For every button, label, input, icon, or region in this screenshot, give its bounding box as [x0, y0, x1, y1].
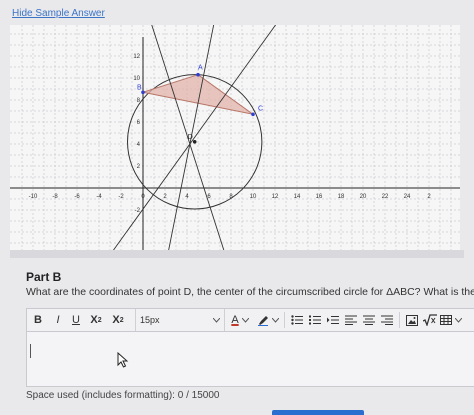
highlight-color-button[interactable]: [255, 309, 281, 331]
y-tick-label: 10: [133, 76, 140, 82]
x-tick-label: 22: [382, 194, 389, 200]
y-tick-label: 6: [137, 120, 141, 126]
x-tick-label: -4: [96, 194, 102, 200]
superscript-button[interactable]: X2: [85, 309, 107, 331]
align-center-button[interactable]: [360, 309, 378, 331]
align-right-button[interactable]: [378, 309, 396, 331]
x-tick-label: 10: [250, 194, 257, 200]
toolbar-divider: [399, 312, 400, 328]
x-tick-label: -8: [52, 194, 58, 200]
bold-button[interactable]: B: [27, 309, 49, 331]
subscript-button[interactable]: X2: [107, 309, 129, 331]
answer-editor[interactable]: [26, 332, 474, 387]
space-used-counter: Space used (includes formatting): 0 / 15…: [26, 390, 220, 401]
point-b: [141, 90, 145, 95]
align-right-icon: [381, 315, 393, 325]
superscript-label: X: [90, 314, 98, 326]
text-caret: [30, 344, 31, 358]
perpendicular-bisector-ab: [151, 25, 225, 250]
x-tick-label: 24: [404, 194, 411, 200]
chevron-down-icon: [241, 317, 249, 323]
font-size-value: 15px: [140, 315, 160, 325]
bullet-list-icon: [291, 315, 303, 325]
toolbar-divider: [284, 312, 285, 328]
submit-button-edge[interactable]: [272, 410, 364, 415]
x-tick-label: -10: [29, 194, 38, 200]
mouse-pointer-icon: [117, 352, 129, 368]
chevron-down-icon: [213, 317, 220, 323]
italic-button[interactable]: I: [49, 309, 67, 331]
triangle-abc: [141, 74, 254, 115]
point-label-d: D: [188, 134, 193, 141]
numbered-list-icon: [309, 315, 321, 325]
x-tick-label: 16: [316, 194, 323, 200]
image-icon: [406, 314, 418, 326]
graph-panel: -10 -8 -6 -4 -2 0 2 4 6 8 10 12 14 16 18 20 22 24 2 12 10 8 6 4…: [10, 25, 460, 250]
x-tick-label: -6: [74, 194, 80, 200]
chevron-down-icon: [272, 317, 279, 323]
x-tick-label: 18: [338, 194, 345, 200]
point-c: [251, 112, 255, 117]
insert-math-button[interactable]: [421, 309, 439, 331]
indent-icon: [327, 316, 339, 324]
x-tick-label: -2: [118, 194, 124, 200]
hide-sample-answer-link[interactable]: Hide Sample Answer: [12, 8, 105, 19]
subscript-label: X: [112, 314, 120, 326]
point-d: [192, 140, 197, 144]
align-left-button[interactable]: [342, 309, 360, 331]
superscript-mark: 2: [97, 316, 102, 324]
bullet-list-button[interactable]: [288, 309, 306, 331]
y-tick-label: 4: [137, 142, 141, 148]
align-left-icon: [345, 315, 357, 325]
x-tick-label: 12: [272, 194, 279, 200]
underline-button[interactable]: U: [67, 309, 85, 331]
question-text: What are the coordinates of point D, the…: [26, 286, 474, 298]
y-tick-label: 2: [137, 164, 141, 170]
indent-button[interactable]: [324, 309, 342, 331]
part-title: Part B: [26, 270, 62, 284]
x-tick-label: 4: [185, 194, 189, 200]
x-tick-label: 20: [360, 194, 367, 200]
perpendicular-bisector-ac: [112, 25, 277, 250]
section-separator: [10, 250, 464, 258]
chevron-down-icon: [455, 317, 462, 323]
font-size-select[interactable]: 15px: [135, 309, 225, 331]
subscript-mark: 2: [119, 316, 124, 324]
align-center-icon: [363, 315, 375, 325]
point-label-a: A: [198, 65, 203, 72]
x-tick-label: 14: [294, 194, 301, 200]
x-tick-label: 0: [141, 194, 145, 200]
insert-image-button[interactable]: [403, 309, 421, 331]
table-icon: [440, 315, 452, 325]
editor-toolbar: B I U X2 X2 15px A: [26, 308, 474, 332]
y-tick-label: 12: [133, 54, 140, 60]
numbered-list-button[interactable]: [306, 309, 324, 331]
insert-table-button[interactable]: [439, 309, 463, 331]
point-a: [196, 72, 200, 77]
point-label-b: B: [137, 84, 142, 91]
coordinate-graph: -10 -8 -6 -4 -2 0 2 4 6 8 10 12 14 16 18 20 22 24 21210864…: [10, 25, 460, 250]
point-label-c: C: [258, 105, 263, 112]
font-color-label: A: [231, 314, 239, 326]
square-root-icon: [423, 314, 437, 326]
font-color-button[interactable]: A: [225, 309, 255, 331]
marker-icon: [258, 316, 268, 326]
